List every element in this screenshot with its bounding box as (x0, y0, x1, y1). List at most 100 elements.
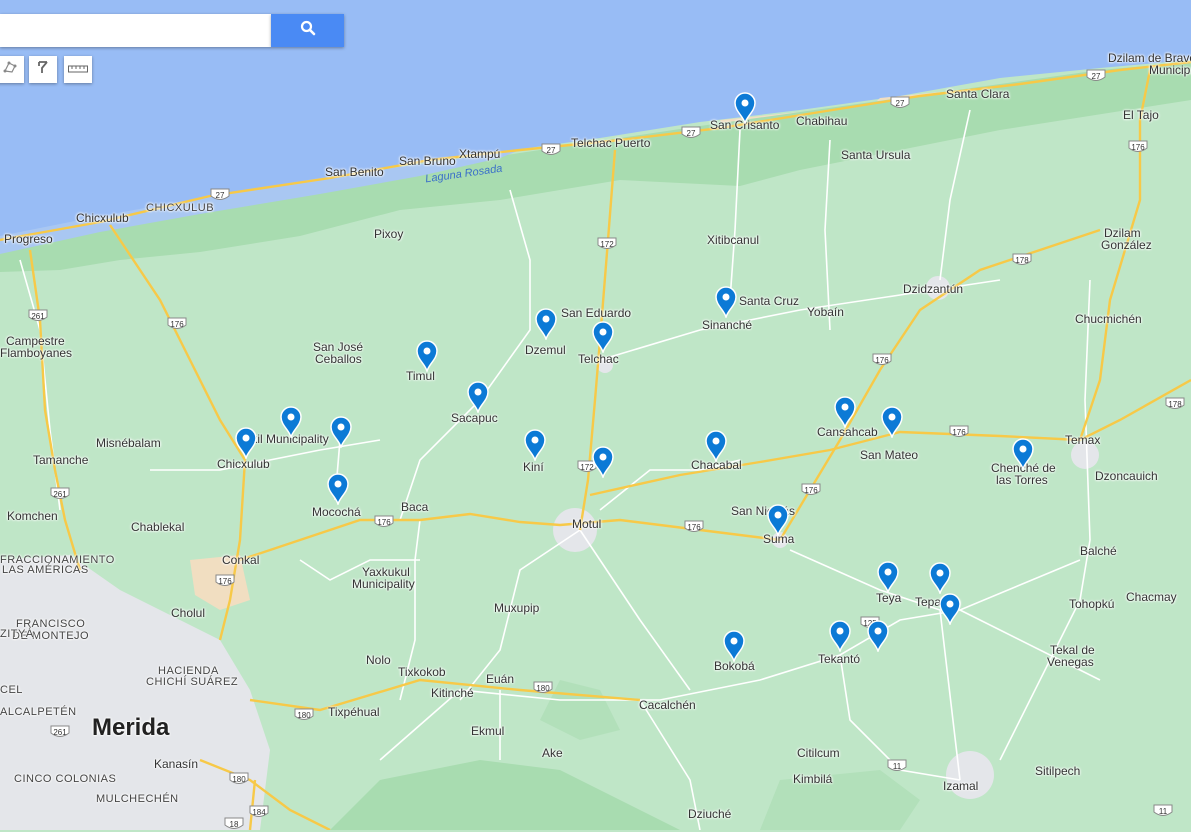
map-pin-icon[interactable] (880, 406, 904, 440)
place-label: Conkal (222, 553, 260, 567)
place-label: Dzoncauich (1095, 469, 1158, 483)
place-label: Santa Cruz (739, 294, 800, 308)
map-canvas[interactable] (0, 0, 1191, 830)
place-label: Kimbilá (793, 772, 833, 786)
place-label: Venegas (1047, 655, 1094, 669)
search-button[interactable] (271, 14, 344, 47)
map-pin-icon[interactable] (833, 396, 857, 430)
highway-shield: 180 (229, 772, 249, 786)
map-pin-icon[interactable] (534, 308, 558, 342)
map-pin-icon[interactable] (234, 427, 258, 461)
map-pin-icon[interactable] (766, 504, 790, 538)
place-label: Ake (542, 746, 563, 760)
place-label: Chicxulub (217, 457, 270, 471)
place-label: González (1101, 238, 1152, 252)
place-label: Municipality (352, 577, 415, 591)
highway-shield: 11 (887, 759, 907, 773)
map-pin-icon[interactable] (279, 406, 303, 440)
district-label: LAS AMÉRICAS (2, 564, 89, 576)
draw-shape-button[interactable] (0, 56, 24, 83)
map-pin-icon[interactable] (828, 620, 852, 654)
place-label: Dzidzantún (903, 282, 964, 296)
place-label: Motul (572, 517, 602, 531)
place-label: Telchac (578, 352, 619, 366)
ruler-icon (68, 61, 88, 79)
highway-shield: 172 (597, 237, 617, 251)
district-label: CINCO COLONIAS (14, 773, 117, 785)
place-label: Kitinché (431, 686, 474, 700)
search-input[interactable] (0, 14, 271, 47)
place-label: Progreso (4, 232, 53, 246)
place-label: Chicxulub (76, 211, 129, 225)
highway-shield: 184 (249, 805, 269, 819)
highway-shield: 261 (28, 309, 48, 323)
ruler-button[interactable] (64, 56, 92, 83)
place-label: Teya (876, 591, 902, 605)
place-label: Sacapuc (451, 411, 498, 425)
map-pin-icon[interactable] (938, 593, 962, 627)
place-label: Euán (486, 672, 515, 686)
map-pin-icon[interactable] (714, 286, 738, 320)
place-label: Pixoy (374, 227, 404, 241)
map-pin-icon[interactable] (326, 473, 350, 507)
place-label: El Tajo (1123, 108, 1159, 122)
place-label: San Benito (325, 165, 384, 179)
place-label: Dziuché (688, 807, 732, 821)
map-pin-icon[interactable] (1011, 438, 1035, 472)
highway-shield: 176 (684, 520, 704, 534)
place-label: Temax (1065, 433, 1101, 447)
map-pin-icon[interactable] (733, 92, 757, 126)
search-icon (300, 20, 316, 41)
place-label: Cholul (171, 606, 206, 620)
place-label: Sinanché (702, 318, 753, 332)
highway-shield: 178 (1012, 253, 1032, 267)
district-label: CHICHÍ SUÁREZ (146, 676, 239, 688)
city-label: Merida (92, 714, 170, 741)
directions-icon (35, 59, 51, 80)
place-label: Muxupip (494, 601, 540, 615)
highway-shield: 261 (50, 487, 70, 501)
place-label: Tekantó (818, 652, 861, 666)
map-pin-icon[interactable] (876, 561, 900, 595)
highway-shield: 176 (949, 425, 969, 439)
place-label: Kiní (523, 460, 544, 474)
highway-shield: 178 (1165, 397, 1185, 411)
place-label: Mocochá (312, 505, 361, 519)
place-label: Flamboyanes (0, 346, 73, 360)
district-label: CEL (0, 684, 23, 696)
highway-shield: 261 (50, 725, 70, 739)
map-pin-icon[interactable] (704, 430, 728, 464)
map-pin-icon[interactable] (329, 416, 353, 450)
map-pin-icon[interactable] (523, 429, 547, 463)
place-label: Misnébalam (96, 436, 161, 450)
highway-shield: 176 (1128, 140, 1148, 154)
place-label: Sitilpech (1035, 764, 1081, 778)
place-label: Balché (1080, 544, 1117, 558)
highway-shield: 18 (224, 817, 244, 831)
place-label: Xtampú (459, 147, 501, 161)
highway-shield: 176 (374, 515, 394, 529)
highway-shield: 27 (210, 188, 230, 202)
map-pin-icon[interactable] (928, 562, 952, 596)
district-label: MULCHECHÉN (96, 793, 179, 805)
place-label: Dzemul (525, 343, 566, 357)
directions-button[interactable] (29, 56, 57, 83)
place-label: Telchac Puerto (571, 136, 651, 150)
map-pin-icon[interactable] (722, 630, 746, 664)
map-pin-icon[interactable] (466, 381, 490, 415)
highway-shield: 27 (681, 126, 701, 140)
highway-shield: 27 (1086, 69, 1106, 83)
place-label: Xitibcanul (707, 233, 760, 247)
highway-shield: 176 (801, 483, 821, 497)
map-pin-icon[interactable] (591, 446, 615, 480)
place-label: Chablekal (131, 520, 185, 534)
map-pin-icon[interactable] (591, 321, 615, 355)
map-pin-icon[interactable] (415, 340, 439, 374)
map-pin-icon[interactable] (866, 620, 890, 654)
place-label: Chabihau (796, 114, 848, 128)
place-label: Kanasín (154, 757, 199, 771)
place-label: Izamal (943, 779, 979, 793)
place-label: San Bruno (399, 154, 456, 168)
highway-shield: 176 (167, 317, 187, 331)
highway-shield: 180 (294, 708, 314, 722)
